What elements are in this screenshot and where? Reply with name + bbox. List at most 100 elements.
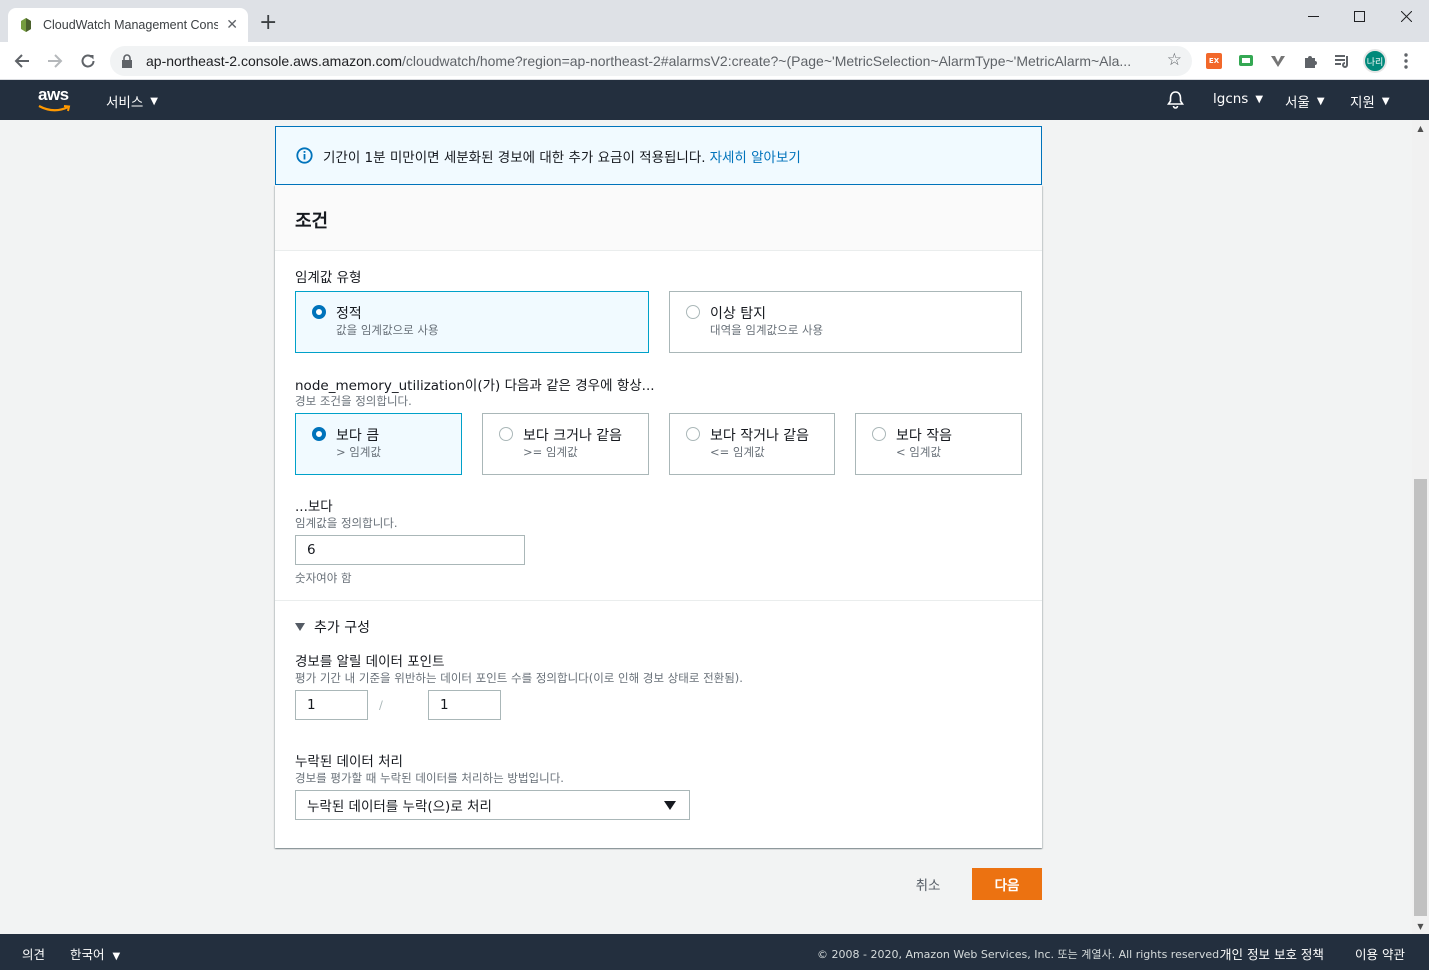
datapoints-description: 평가 기간 내 기준을 위반하는 데이터 포인트 수를 정의합니다(이로 인해 …: [295, 671, 743, 685]
account-label: lgcns: [1213, 91, 1249, 107]
support-menu[interactable]: 지원 ▼: [1350, 91, 1390, 111]
close-window-icon[interactable]: [1383, 0, 1429, 32]
comparison-less-tile[interactable]: 보다 작음 < 임계값: [855, 413, 1022, 475]
tile-subtitle: >= 임계값: [523, 445, 578, 459]
url-host: ap-northeast-2.console.aws.amazon.com: [146, 53, 403, 69]
extension-ex-icon[interactable]: EX: [1205, 52, 1223, 70]
browser-tabstrip: CloudWatch Management Cons ✕ +: [0, 0, 1429, 42]
comparison-less-equal-tile[interactable]: 보다 작거나 같음 <= 임계값: [669, 413, 835, 475]
tile-subtitle: < 임계값: [896, 445, 942, 459]
section-divider: [275, 600, 1042, 601]
url-path: /cloudwatch/home?region=ap-northeast-2#a…: [402, 53, 1132, 69]
minimize-icon[interactable]: [1290, 0, 1336, 32]
notifications-bell-icon[interactable]: [1166, 90, 1185, 109]
scroll-up-icon[interactable]: ▲: [1412, 124, 1429, 134]
panel-header: 조건: [275, 185, 1042, 251]
threshold-type-anomaly-tile[interactable]: 이상 탐지 대역을 임계값으로 사용: [669, 291, 1022, 353]
comparison-greater-equal-tile[interactable]: 보다 크거나 같음 >= 임계값: [482, 413, 649, 475]
tab-close-icon[interactable]: ✕: [226, 17, 238, 33]
page-scrollbar[interactable]: ▲ ▼: [1412, 120, 1429, 934]
privacy-policy-link[interactable]: 개인 정보 보호 정책: [1220, 944, 1324, 963]
panel-title: 조건: [295, 211, 329, 232]
tile-subtitle: 대역을 임계값으로 사용: [710, 323, 824, 337]
extension-vivid-icon[interactable]: [1269, 52, 1287, 70]
language-selector[interactable]: 한국어 ▼: [70, 944, 120, 963]
media-queue-icon[interactable]: [1333, 52, 1351, 70]
radio-anomaly[interactable]: [686, 305, 700, 319]
info-icon: [296, 147, 313, 164]
datapoints-separator: /: [379, 698, 383, 712]
bookmark-star-icon[interactable]: ☆: [1167, 52, 1182, 69]
profile-avatar[interactable]: 나리: [1363, 49, 1387, 73]
scroll-down-icon[interactable]: ▼: [1412, 922, 1429, 932]
threshold-type-static-tile[interactable]: 정적 값을 임계값으로 사용: [295, 291, 649, 353]
support-label: 지원: [1350, 95, 1375, 111]
tile-title: 보다 작거나 같음: [710, 428, 810, 444]
threshold-input[interactable]: 6: [295, 535, 525, 565]
extensions-puzzle-icon[interactable]: [1301, 52, 1319, 70]
dropdown-arrow-icon: [664, 801, 676, 810]
tile-subtitle: <= 임계값: [710, 445, 765, 459]
radio-greater[interactable]: [312, 427, 326, 441]
extension-screen-icon[interactable]: [1237, 52, 1255, 70]
cancel-button[interactable]: 취소: [900, 868, 956, 900]
aws-smile-icon: [38, 105, 71, 112]
services-menu[interactable]: 서비스 ▼: [106, 91, 158, 111]
extension-ex-label: EX: [1206, 53, 1222, 69]
aws-logo[interactable]: aws: [38, 86, 72, 114]
aws-top-nav: aws 서비스 ▼ lgcns ▼ 서울 ▼ 지원 ▼: [0, 80, 1429, 120]
missing-data-select[interactable]: 누락된 데이터를 누락(으)로 처리: [295, 790, 690, 820]
feedback-link[interactable]: 의견: [22, 944, 45, 963]
missing-data-description: 경보를 평가할 때 누락된 데이터를 처리하는 방법입니다.: [295, 771, 564, 785]
forward-icon[interactable]: [43, 49, 67, 73]
comparison-greater-tile[interactable]: 보다 큼 > 임계값: [295, 413, 462, 475]
aws-footer: 의견 한국어 ▼ © 2008 - 2020, Amazon Web Servi…: [0, 934, 1429, 970]
language-label: 한국어: [70, 947, 105, 962]
region-menu[interactable]: 서울 ▼: [1285, 91, 1325, 111]
radio-static[interactable]: [312, 305, 326, 319]
conditions-panel: 조건 임계값 유형 정적 값을 임계값으로 사용 이상 탐지 대역을 임계값으로…: [275, 185, 1042, 848]
browser-tab[interactable]: CloudWatch Management Cons ✕: [8, 8, 248, 42]
scrollbar-thumb[interactable]: [1414, 479, 1427, 916]
new-tab-icon[interactable]: +: [259, 12, 277, 34]
missing-data-selected-value: 누락된 데이터를 누락(으)로 처리: [307, 799, 492, 815]
url-text: ap-northeast-2.console.aws.amazon.com/cl…: [146, 53, 1156, 69]
datapoints-label: 경보를 알릴 데이터 포인트: [295, 654, 445, 670]
browser-menu-icon[interactable]: [1397, 52, 1415, 70]
aws-logo-text: aws: [38, 85, 69, 104]
copyright-text: © 2008 - 2020, Amazon Web Services, Inc.…: [817, 948, 1223, 961]
tile-subtitle: 값을 임계값으로 사용: [336, 323, 439, 337]
tile-title: 보다 크거나 같음: [523, 428, 623, 444]
tile-title: 정적: [336, 306, 362, 322]
terms-link[interactable]: 이용 약관: [1355, 944, 1405, 963]
next-button[interactable]: 다음: [972, 868, 1042, 900]
back-icon[interactable]: [10, 49, 34, 73]
caret-down-icon: ▼: [1381, 95, 1390, 107]
learn-more-link[interactable]: 자세히 알아보기: [710, 146, 801, 166]
maximize-icon[interactable]: [1336, 0, 1382, 32]
radio-greater-equal[interactable]: [499, 427, 513, 441]
radio-less[interactable]: [872, 427, 886, 441]
tile-subtitle: > 임계값: [336, 445, 382, 459]
address-bar[interactable]: ap-northeast-2.console.aws.amazon.com/cl…: [110, 46, 1192, 76]
tile-title: 보다 큼: [336, 428, 380, 444]
caret-down-icon: ▼: [1255, 93, 1264, 105]
evaluation-periods-input[interactable]: 1: [428, 690, 501, 720]
cloudwatch-favicon-icon: [21, 18, 31, 32]
missing-data-label: 누락된 데이터 처리: [295, 754, 403, 770]
comparison-description: 경보 조건을 정의합니다.: [295, 394, 412, 408]
threshold-type-label: 임계값 유형: [295, 270, 362, 286]
tile-title: 이상 탐지: [710, 306, 766, 322]
services-label: 서비스: [106, 95, 144, 111]
info-banner: 기간이 1분 미만이면 세분화된 경보에 대한 추가 요금이 적용됩니다. 자세…: [275, 126, 1042, 185]
region-label: 서울: [1285, 95, 1310, 111]
threshold-description: 임계값을 정의합니다.: [295, 516, 398, 530]
datapoints-to-alarm-input[interactable]: 1: [295, 690, 368, 720]
reload-icon[interactable]: [76, 49, 100, 73]
caret-down-icon: ▼: [150, 95, 158, 107]
additional-config-toggle[interactable]: 추가 구성: [295, 617, 370, 637]
radio-less-equal[interactable]: [686, 427, 700, 441]
expand-caret-icon: [295, 623, 305, 631]
account-menu[interactable]: lgcns ▼: [1213, 91, 1263, 107]
lock-icon: [122, 54, 132, 68]
